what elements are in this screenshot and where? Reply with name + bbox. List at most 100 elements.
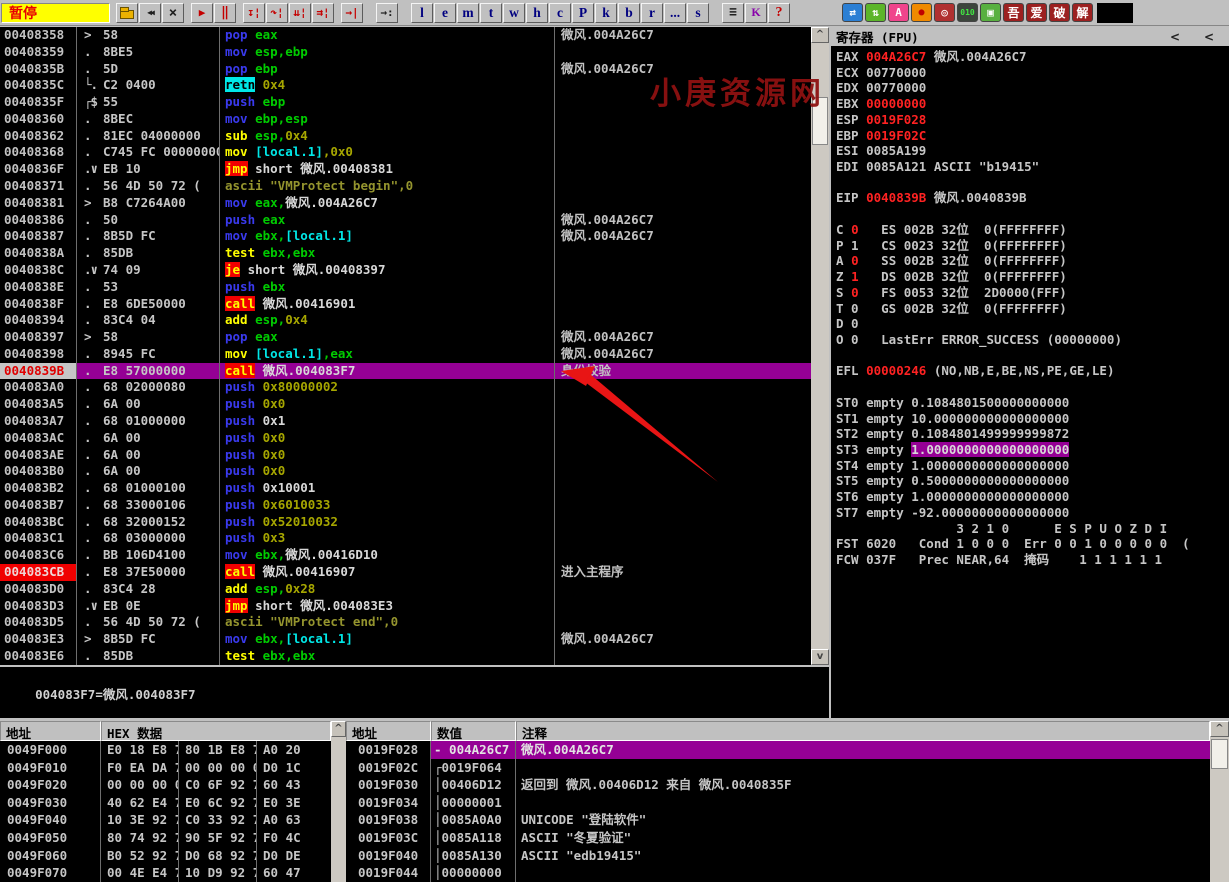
disasm-row[interactable]: 00408358>58pop eax微风.004A26C7 — [0, 27, 811, 44]
stack-row[interactable]: 0019F02C┌0019F064 — [346, 759, 1210, 777]
execute-till-return-button[interactable]: →| — [341, 3, 363, 23]
disasm-row[interactable]: 004083E6.85DBtest ebx,ebx — [0, 648, 811, 665]
toolbar-letter-button-r[interactable]: r — [641, 3, 663, 23]
collapse-right-icon[interactable]: < — [1199, 30, 1219, 44]
disasm-row[interactable]: 00408368.C745 FC 00000000mov [local.1],0… — [0, 144, 811, 161]
scroll-up-arrow-icon[interactable]: ^ — [811, 27, 829, 43]
register-row[interactable]: ST7 empty -92.00000000000000000 — [831, 505, 1229, 521]
toolbar-letter-button-m[interactable]: m — [457, 3, 479, 23]
register-row[interactable]: C 0 ES 002B 32位 0(FFFFFFFF) — [831, 222, 1229, 238]
disasm-row[interactable]: 00408394.83C4 04add esp,0x4 — [0, 312, 811, 329]
register-row[interactable]: ST4 empty 1.0000000000000000000 — [831, 458, 1229, 474]
plugin-cjk-button-0[interactable]: 吾 — [1003, 3, 1024, 22]
stack-scrollbar[interactable]: ^ — [1210, 721, 1229, 882]
register-row[interactable]: T 0 GS 002B 32位 0(FFFFFFFF) — [831, 301, 1229, 317]
dump-row[interactable]: 0049F03040 62 E4 74E0 6C 92 76E0 3E — [0, 794, 331, 812]
toolbar-letter-button-k[interactable]: k — [595, 3, 617, 23]
register-row[interactable]: EIP 0040839B 微风.0040839B — [831, 190, 1229, 206]
plugin-updown-button[interactable]: ⇅ — [865, 3, 886, 22]
disasm-row[interactable]: 00408360.8BECmov ebp,esp — [0, 111, 811, 128]
register-row[interactable]: D 0 — [831, 316, 1229, 332]
step-over-button[interactable]: ↷¦ — [266, 3, 288, 23]
register-row[interactable]: A 0 SS 002B 32位 0(FFFFFFFF) — [831, 253, 1229, 269]
toolbar-letter-button-l[interactable]: l — [411, 3, 433, 23]
stack-row[interactable]: 0019F030│00406D12返回到 微风.00406D12 来自 微风.0… — [346, 776, 1210, 794]
disasm-row[interactable]: 00408398.8945 FCmov [local.1],eax微风.004A… — [0, 346, 811, 363]
plugin-analyze-button[interactable]: A — [888, 3, 909, 22]
register-row[interactable] — [831, 175, 1229, 191]
disassembly-scrollbar[interactable]: ^ v — [811, 27, 829, 665]
toolbar-letter-button-e[interactable]: e — [434, 3, 456, 23]
plugin-window-button[interactable]: ▣ — [980, 3, 1001, 22]
register-row[interactable]: ST2 empty 0.1084801499999999872 — [831, 426, 1229, 442]
dump-scrollbar[interactable]: ^ — [331, 721, 346, 882]
stack-row[interactable]: 0019F040│0085A130ASCII "edb19415" — [346, 847, 1210, 865]
disasm-row[interactable]: 004083A0.68 02000080push 0x80000002 — [0, 379, 811, 396]
register-row[interactable]: ST3 empty 1.0000000000000000000 — [831, 442, 1229, 458]
scroll-up-arrow-icon[interactable]: ^ — [1210, 721, 1229, 737]
memory-dump-panel[interactable]: 地址 HEX 数据 0049F000E0 18 E8 7480 1B E8 74… — [0, 721, 331, 882]
disasm-row[interactable]: 004083AE.6A 00push 0x0 — [0, 447, 811, 464]
disasm-row[interactable]: 0040835B.5Dpop ebp微风.004A26C7 — [0, 61, 811, 78]
scroll-down-arrow-icon[interactable]: v — [811, 649, 829, 665]
disasm-row[interactable]: 00408397>58pop eax微风.004A26C7 — [0, 329, 811, 346]
toolbar-letter-button-w[interactable]: w — [503, 3, 525, 23]
register-row[interactable] — [831, 206, 1229, 222]
window-tool-button[interactable]: K — [745, 3, 767, 23]
register-row[interactable]: EAX 004A26C7 微风.004A26C7 — [831, 49, 1229, 65]
register-row[interactable] — [831, 379, 1229, 395]
disasm-row[interactable]: 0040836F.∨EB 10jmp short 微风.00408381 — [0, 161, 811, 178]
go-to-button[interactable]: →: — [376, 3, 398, 23]
collapse-left-icon[interactable]: < — [1165, 30, 1185, 44]
register-row[interactable]: FST 6020 Cond 1 0 0 0 Err 0 0 1 0 0 0 0 … — [831, 536, 1229, 552]
register-row[interactable]: ESP 0019F028 — [831, 112, 1229, 128]
toolbar-letter-button-h[interactable]: h — [526, 3, 548, 23]
disasm-row[interactable]: 004083AC.6A 00push 0x0 — [0, 430, 811, 447]
register-row[interactable]: ECX 00770000 — [831, 65, 1229, 81]
dump-row[interactable]: 0049F000E0 18 E8 7480 1B E8 74A0 20 — [0, 741, 331, 759]
dump-row[interactable]: 0049F07000 4E E4 7410 D9 92 7660 47 — [0, 864, 331, 882]
register-row[interactable]: ST6 empty 1.0000000000000000000 — [831, 489, 1229, 505]
toolbar-letter-button-t[interactable]: t — [480, 3, 502, 23]
disassembly-panel[interactable]: 00408358>58pop eax微风.004A26C700408359.8B… — [0, 27, 811, 665]
toolbar-letter-button-c[interactable]: c — [549, 3, 571, 23]
plugin-record-button[interactable]: ● — [911, 3, 932, 22]
disasm-row[interactable]: 00408362.81EC 04000000sub esp,0x4 — [0, 128, 811, 145]
register-row[interactable]: EFL 00000246 (NO,NB,E,BE,NS,PE,GE,LE) — [831, 363, 1229, 379]
stack-row[interactable]: 0019F044│00000000 — [346, 864, 1210, 882]
disasm-row[interactable]: 004083BC.68 32000152push 0x52010032 — [0, 514, 811, 531]
registers-panel[interactable]: 寄存器 (FPU) < < EAX 004A26C7 微风.004A26C7EC… — [829, 27, 1229, 718]
plugin-cjk-button-1[interactable]: 爱 — [1026, 3, 1047, 22]
disasm-row[interactable]: 0040835C└.C2 0400retn 0x4 — [0, 77, 811, 94]
disasm-row[interactable]: 004083E3>8B5D FCmov ebx,[local.1]微风.004A… — [0, 631, 811, 648]
plugin-target-button[interactable]: ◎ — [934, 3, 955, 22]
register-row[interactable]: EDX 00770000 — [831, 80, 1229, 96]
disasm-row[interactable]: 004083B2.68 01000100push 0x10001 — [0, 480, 811, 497]
scroll-up-arrow-icon[interactable]: ^ — [331, 721, 346, 737]
dump-row[interactable]: 0049F060B0 52 92 76D0 68 92 76D0 DE — [0, 847, 331, 865]
disasm-row[interactable]: 0040838A.85DBtest ebx,ebx — [0, 245, 811, 262]
disasm-row[interactable]: 00408371.56 4D 50 72 (ascii "VMProtect b… — [0, 178, 811, 195]
close-program-button[interactable]: × — [162, 3, 184, 23]
step-into-button[interactable]: ↧¦ — [243, 3, 265, 23]
stack-row[interactable]: 0019F034│00000001 — [346, 794, 1210, 812]
restart-button[interactable]: ◀◀ — [139, 3, 161, 23]
plugin-sync-button[interactable]: ⇄ — [842, 3, 863, 22]
register-row[interactable]: 3 2 1 0 E S P U O Z D I — [831, 521, 1229, 537]
toolbar-letter-button-P[interactable]: P — [572, 3, 594, 23]
disasm-row[interactable]: 0040835F┌$55push ebp — [0, 94, 811, 111]
register-row[interactable]: P 1 CS 0023 32位 0(FFFFFFFF) — [831, 238, 1229, 254]
disasm-row[interactable]: 00408381>B8 C7264A00mov eax,微风.004A26C7 — [0, 195, 811, 212]
disasm-row[interactable]: 004083B7.68 33000106push 0x6010033 — [0, 497, 811, 514]
dump-row[interactable]: 0049F05080 74 92 7690 5F 92 76F0 4C — [0, 829, 331, 847]
register-row[interactable]: Z 1 DS 002B 32位 0(FFFFFFFF) — [831, 269, 1229, 285]
disasm-row[interactable]: 004083C6.BB 106D4100mov ebx,微风.00416D10 — [0, 547, 811, 564]
disasm-row[interactable]: 00408359.8BE5mov esp,ebp — [0, 44, 811, 61]
register-row[interactable]: ESI 0085A199 — [831, 143, 1229, 159]
plugin-cjk-button-2[interactable]: 破 — [1049, 3, 1070, 22]
pause-button[interactable]: ‖ — [214, 3, 236, 23]
register-row[interactable]: ST1 empty 10.000000000000000000 — [831, 411, 1229, 427]
plugin-cjk-button-3[interactable]: 解 — [1072, 3, 1093, 22]
trace-over-button[interactable]: ⇉¦ — [312, 3, 334, 23]
disasm-row[interactable]: 00408387.8B5D FCmov ebx,[local.1]微风.004A… — [0, 228, 811, 245]
